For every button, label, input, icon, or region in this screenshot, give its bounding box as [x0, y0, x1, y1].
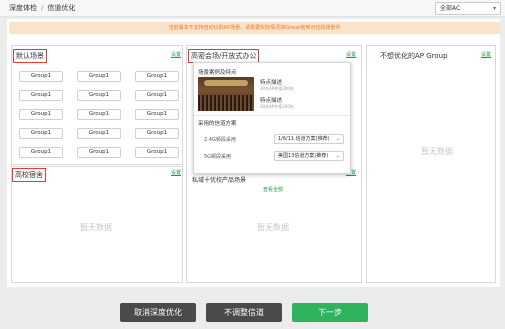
group-chip[interactable]: Group1 [77, 109, 121, 120]
default-scene-setting-link[interactable]: 设置 [171, 51, 181, 58]
chevron-down-icon: ⌄ [335, 136, 340, 142]
group-chip[interactable]: Group1 [77, 147, 121, 158]
ac-scope-select[interactable]: 全部AC ▾ [435, 2, 501, 15]
notice-banner: 当前版本不支持自动识别AP场景，请根据实际情况将Group拖到对应的场景中 [9, 22, 500, 34]
hall-setting-link[interactable]: 设置 [346, 51, 356, 58]
group-chip[interactable]: Group1 [19, 147, 63, 158]
feature2-sub: 30台AP并发200台 [260, 104, 294, 109]
scene-photo [198, 77, 254, 111]
group-chip[interactable]: Group1 [135, 128, 179, 139]
chevron-down-icon: ▾ [492, 5, 496, 12]
other-scene-title: 私域十优校产品场景 [192, 177, 247, 184]
band24-value: 1/6/11 信道方案(推荐) [278, 136, 330, 142]
breadcrumb-current: 信道优化 [47, 4, 76, 12]
group-chip[interactable]: Group1 [19, 128, 63, 139]
no-adjust-channel-button[interactable]: 不调整信道 [206, 303, 282, 322]
dorm-empty: 暂无数据 [80, 223, 112, 232]
not-optimized-setting-link[interactable]: 设置 [481, 51, 491, 58]
popover-divider [194, 115, 350, 116]
not-optimized-panel [366, 45, 496, 283]
group-chip[interactable]: Group1 [19, 71, 63, 82]
top-bar [0, 0, 505, 17]
cancel-optimization-button[interactable]: 取消深度优化 [120, 303, 196, 322]
group-chip[interactable]: Group1 [77, 90, 121, 101]
hall-empty: 暂无数据 [257, 223, 289, 232]
band5-label: 5G频段采用 [204, 154, 232, 160]
group-chip[interactable]: Group1 [77, 71, 121, 82]
next-step-button[interactable]: 下一步 [292, 303, 368, 322]
breadcrumb-separator: / [41, 4, 44, 12]
not-optimized-title: 不想优化的AP Group [380, 52, 448, 60]
ac-scope-value: 全部AC [440, 5, 461, 12]
dorm-title: 高校宿舍 [12, 168, 46, 182]
group-chip[interactable]: Group1 [19, 109, 63, 120]
view-all-link[interactable]: 查看全部 [263, 186, 283, 193]
group-chip[interactable]: Group1 [77, 128, 121, 139]
group-chip[interactable]: Group1 [135, 90, 179, 101]
hall-title: 高密会场/开放式办公 [188, 49, 260, 63]
feature1-sub: 30台AP并发200台 [260, 86, 294, 91]
chevron-down-icon: ⌄ [335, 153, 340, 159]
scene-detail-popover: 场景案例及特点 特点描述 30台AP并发200台 特点描述 30台AP并发200… [193, 62, 351, 174]
case-title: 场景案例及特点 [198, 70, 237, 76]
breadcrumb: 深度体检 / 信道优化 [9, 3, 75, 13]
group-chip[interactable]: Group1 [135, 71, 179, 82]
group-chip[interactable]: Group1 [135, 109, 179, 120]
group-chip[interactable]: Group1 [19, 90, 63, 101]
band5-select[interactable]: 美国13信道方案(推荐) ⌄ [274, 151, 344, 161]
group-chip[interactable]: Group1 [135, 147, 179, 158]
band24-select[interactable]: 1/6/11 信道方案(推荐) ⌄ [274, 134, 344, 144]
band5-value: 美国13信道方案(推荐) [278, 153, 329, 159]
dorm-setting-link[interactable]: 设置 [171, 169, 181, 176]
default-scene-title: 默认场景 [13, 49, 47, 63]
feature2-title: 特点描述 [260, 98, 283, 104]
breadcrumb-parent[interactable]: 深度体检 [9, 4, 37, 12]
not-optimized-empty: 暂无数据 [421, 147, 453, 156]
plan-title: 采用的信道方案 [198, 121, 237, 127]
feature1-title: 特点描述 [260, 80, 283, 86]
band24-label: 2.4G频段采用 [204, 137, 236, 143]
